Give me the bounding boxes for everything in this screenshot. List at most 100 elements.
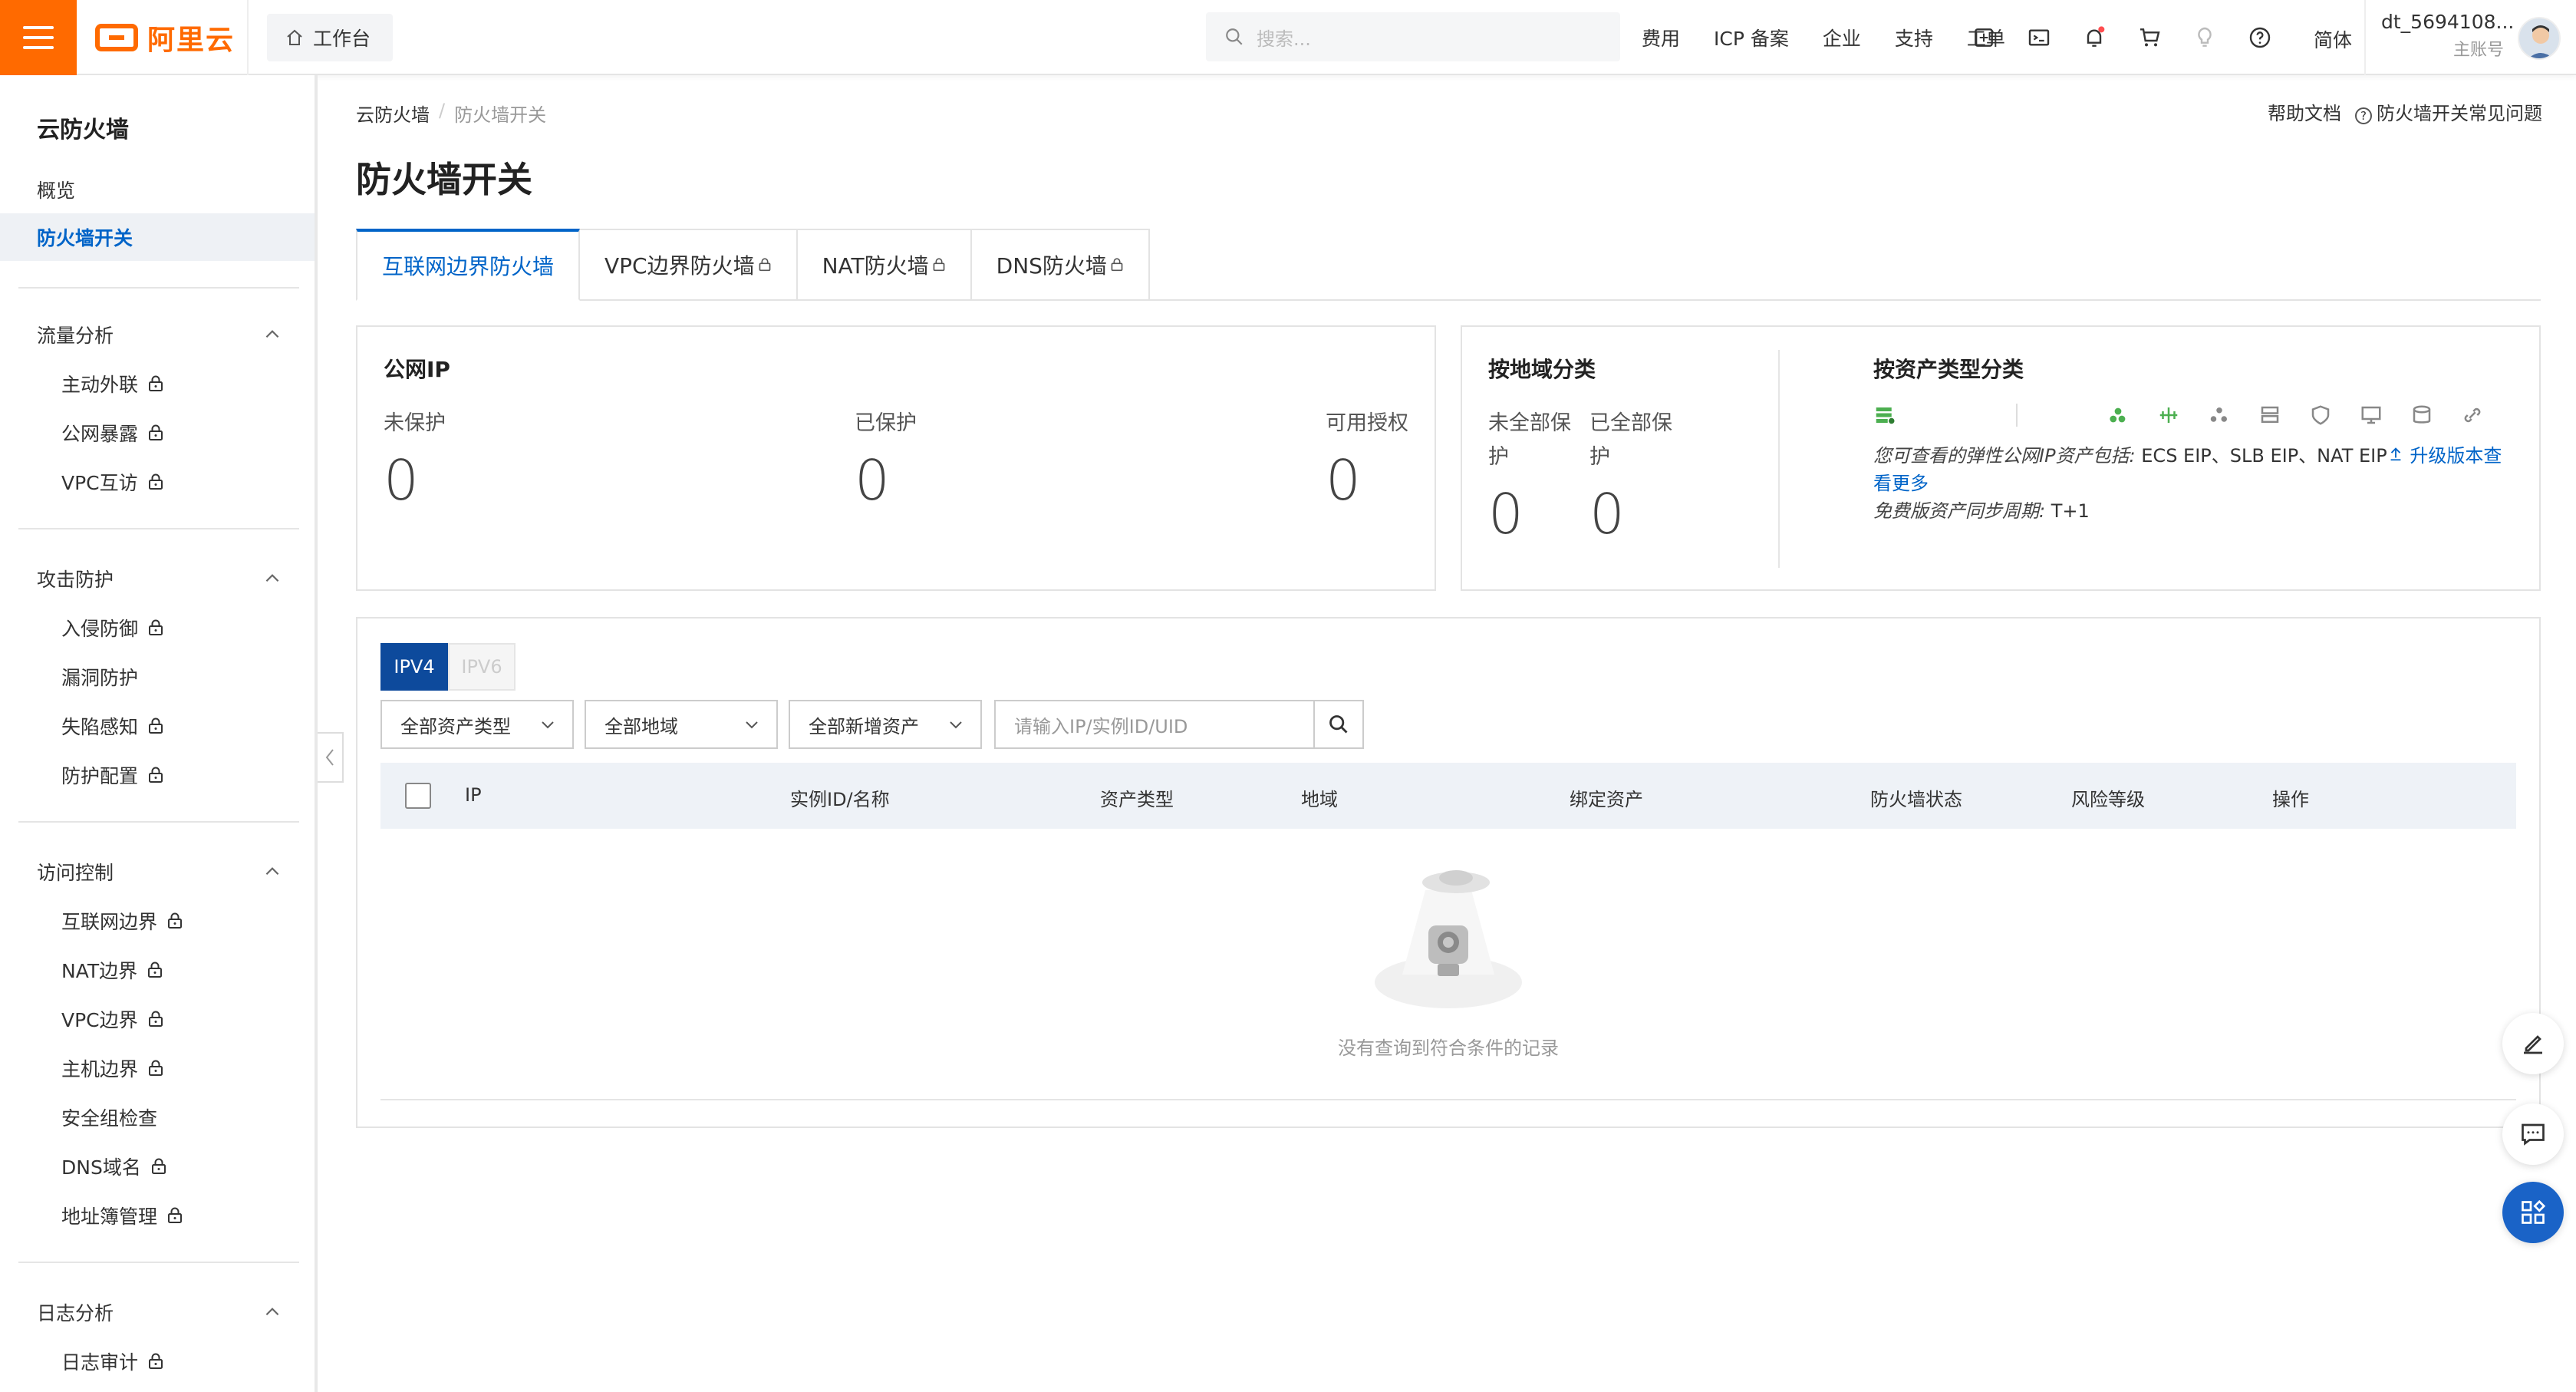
new-asset-select[interactable]: 全部新增资产 [789,700,982,749]
stat-value-region-full[interactable]: 0 [1589,482,1625,546]
sidebar-item-host-border[interactable]: 主机边界 [61,1054,164,1082]
column-instance: 实例ID/名称 [790,789,890,810]
avatar[interactable] [2518,17,2561,60]
column-region: 地域 [1301,789,1338,810]
ip-search-input[interactable]: 请输入IP/实例ID/UID [994,700,1364,749]
tab-nat-firewall[interactable]: NAT防火墙 [797,229,972,301]
nat-icon[interactable] [2157,404,2180,427]
bell-icon[interactable] [2080,24,2108,51]
sidebar-item-outbound[interactable]: 主动外联 [61,370,164,397]
logo-text: 阿里云 [147,25,236,56]
sidebar-item-label: VPC边界 [61,1009,138,1031]
top-links: 费用 ICP 备案 企业 支持 工单 [1608,0,2005,75]
label-line: 已全部保 [1589,411,1672,435]
sidebar-item-nat-border[interactable]: NAT边界 [61,956,163,984]
server-icon[interactable] [2258,404,2281,427]
search-button[interactable] [1313,701,1362,747]
link-icon[interactable] [2461,404,2484,427]
sidebar-collapse-button[interactable] [318,732,344,783]
lightbulb-icon[interactable] [2191,24,2219,51]
sidebar-group-access[interactable]: 访问控制 [37,858,282,886]
link-icp[interactable]: ICP 备案 [1714,24,1789,51]
language-switch[interactable]: 简体 [2314,25,2352,53]
apps-button[interactable] [2502,1182,2564,1243]
search-placeholder: 搜索... [1257,28,1311,50]
stat-value-unprotected[interactable]: 0 [384,448,419,513]
sidebar-group-traffic[interactable]: 流量分析 [37,321,282,348]
aliyun-logo[interactable]: 阿里云 [95,20,236,56]
stat-value-protected[interactable]: 0 [855,448,890,513]
slb-icon[interactable] [2107,404,2130,427]
sidebar-item-vpc-border[interactable]: VPC边界 [61,1005,164,1033]
sidebar-item-exposure[interactable]: 公网暴露 [61,419,164,447]
user-name: dt_5694108... [2381,11,2515,33]
eni-icon[interactable] [2208,404,2231,427]
link-support[interactable]: 支持 [1895,24,1933,51]
tab-dns-firewall[interactable]: DNS防火墙 [971,229,1150,301]
stat-label-protected: 已保护 [855,411,917,435]
api-icon[interactable] [1970,24,1998,51]
ip-version-toggle: IPV4 IPV6 [380,643,516,691]
table-header: IP 实例ID/名称 资产类型 地域 绑定资产 防火墙状态 风险等级 操作 [380,763,2516,829]
select-all-checkbox[interactable] [405,783,431,809]
chat-button[interactable] [2502,1103,2564,1165]
faq-link[interactable]: ? 防火墙开关常见问题 [2355,98,2542,125]
tab-label: 互联网边界防火墙 [382,254,555,279]
global-search-input[interactable]: 搜索... [1206,12,1620,61]
question-icon: ? [2355,107,2372,124]
sidebar-item-label: NAT边界 [61,960,138,982]
tab-vpc-firewall[interactable]: VPC边界防火墙 [580,229,798,301]
sidebar-item-protect-config[interactable]: 防护配置 [61,761,164,789]
select-value: 全部新增资产 [809,715,919,737]
sidebar-item-internet-border[interactable]: 互联网边界 [61,907,183,935]
sidebar-group-attack[interactable]: 攻击防护 [37,565,282,592]
stat-value-region-partial[interactable]: 0 [1488,482,1524,546]
sidebar-item-label: 失陷感知 [61,716,139,738]
region-select[interactable]: 全部地域 [585,700,778,749]
sidebar-group-log[interactable]: 日志分析 [37,1298,282,1326]
link-fees[interactable]: 费用 [1642,24,1680,51]
help-icon[interactable] [2246,24,2274,51]
link-enterprise[interactable]: 企业 [1823,24,1861,51]
ipv4-button[interactable]: IPV4 [380,643,448,691]
sidebar-item-firewall-switch[interactable]: 防火墙开关 [0,213,315,261]
cart-icon[interactable] [2136,24,2163,51]
monitor-icon[interactable] [2360,404,2383,427]
sidebar-item-vuln[interactable]: 漏洞防护 [61,663,138,691]
sync-label: 免费版资产同步周期: [1873,500,2046,522]
user-role: 主账号 [2452,41,2504,60]
database-icon[interactable] [2410,404,2433,427]
workbench-button[interactable]: 工作台 [267,14,393,61]
sidebar-item-dns-domain[interactable]: DNS域名 [61,1153,167,1180]
column-firewall-status: 防火墙状态 [1870,789,1962,810]
lock-icon [168,1207,183,1223]
ipv6-button[interactable]: IPV6 [448,643,516,691]
user-menu[interactable]: dt_5694108... 主账号 [2381,11,2515,61]
tab-internet-firewall[interactable]: 互联网边界防火墙 [356,229,581,301]
sidebar-item-log-audit[interactable]: 日志审计 [61,1347,164,1375]
see-more-link[interactable]: 看更多 [1873,473,1929,494]
menu-icon[interactable] [0,0,77,75]
sidebar-item-sg-check[interactable]: 安全组检查 [61,1103,157,1131]
edit-feedback-button[interactable] [2502,1013,2564,1074]
sidebar-item-breach[interactable]: 失陷感知 [61,712,164,740]
sidebar-item-label: 主动外联 [61,374,139,396]
empty-state: 没有查询到符合条件的记录 [380,829,2516,1100]
sidebar-item-address-book[interactable]: 地址簿管理 [61,1202,183,1229]
note-assets: ECS EIP、SLB EIP、NAT EIP [2135,445,2387,467]
lock-icon [149,767,163,783]
divider [18,821,299,823]
group-label: 日志分析 [37,1302,114,1324]
stat-label-available: 可用授权 [1326,411,1408,435]
terminal-icon[interactable] [2025,24,2053,51]
sidebar-item-vpc-access[interactable]: VPC互访 [61,468,164,496]
help-docs-link[interactable]: 帮助文档 [2268,98,2341,125]
ecs-icon[interactable] [1873,404,1896,427]
help-links: 帮助文档 ? 防火墙开关常见问题 [2268,98,2542,125]
sidebar-item-ips[interactable]: 入侵防御 [61,614,164,642]
shield-icon[interactable] [2309,404,2332,427]
sidebar-item-overview[interactable]: 概览 [0,166,315,213]
upgrade-link[interactable]: 升级版本查 [2387,445,2502,467]
asset-type-select[interactable]: 全部资产类型 [380,700,574,749]
breadcrumb-root[interactable]: 云防火墙 [356,100,430,127]
